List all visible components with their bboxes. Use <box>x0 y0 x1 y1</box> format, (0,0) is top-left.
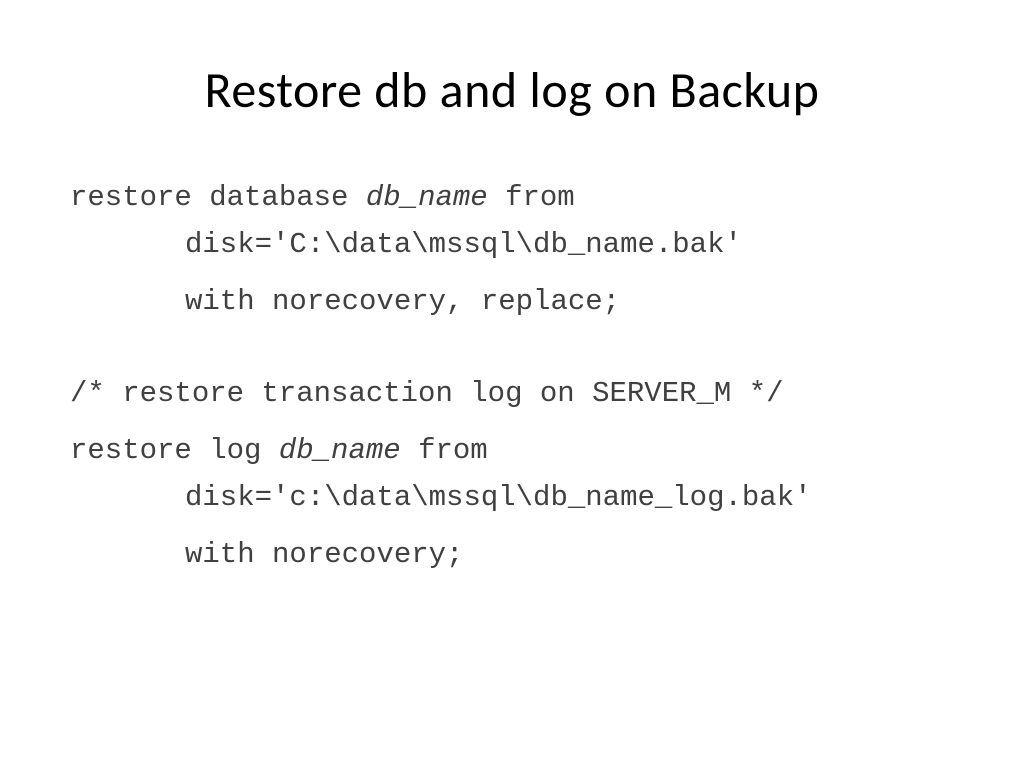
code-line-7: with norecovery; <box>70 533 954 578</box>
code-line-1: restore database db_name from <box>70 176 954 221</box>
spacer <box>70 523 954 533</box>
code-text: restore log <box>70 434 279 467</box>
spacer <box>70 270 954 280</box>
spacer <box>70 419 954 429</box>
code-variable: db_name <box>366 181 488 214</box>
code-text: from <box>401 434 488 467</box>
code-line-2: disk='C:\data\mssql\db_name.bak' <box>70 223 954 268</box>
code-comment: /* restore transaction log on SERVER_M *… <box>70 372 954 417</box>
code-text: from <box>488 181 575 214</box>
code-line-6: disk='c:\data\mssql\db_name_log.bak' <box>70 476 954 521</box>
slide-container: Restore db and log on Backup restore dat… <box>0 0 1024 768</box>
code-text: restore database <box>70 181 366 214</box>
code-line-5: restore log db_name from <box>70 429 954 474</box>
spacer <box>70 327 954 372</box>
code-block: restore database db_name from disk='C:\d… <box>70 176 954 578</box>
code-variable: db_name <box>279 434 401 467</box>
code-line-3: with norecovery, replace; <box>70 280 954 325</box>
slide-title: Restore db and log on Backup <box>70 60 954 121</box>
